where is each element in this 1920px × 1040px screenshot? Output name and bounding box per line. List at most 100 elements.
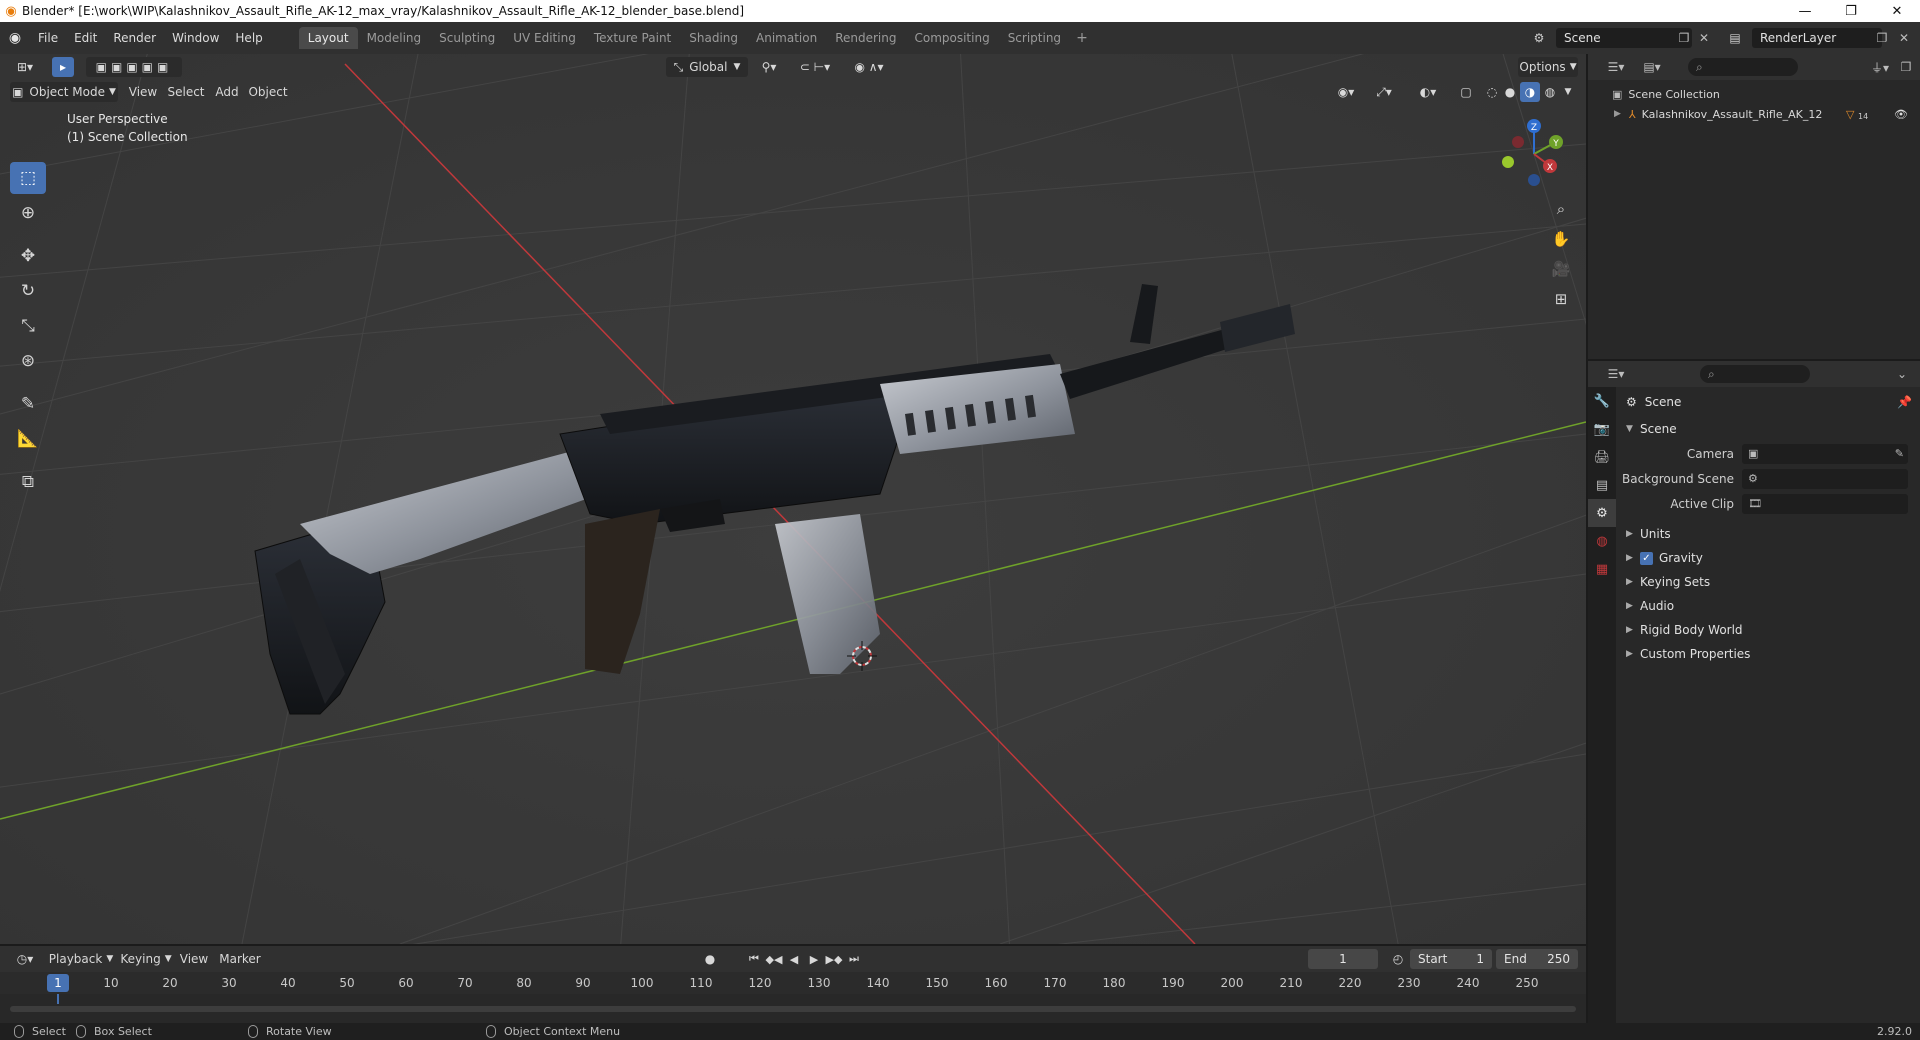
scene-icon[interactable]: ⚙ [1524,28,1554,48]
material-shading-icon[interactable]: ◑ [1520,82,1540,102]
play-reverse-icon[interactable]: ◀ [784,949,804,969]
solid-shading-icon[interactable]: ● [1500,82,1520,102]
eye-visibility-icon[interactable]: 👁 [1894,108,1908,121]
camera-field[interactable]: ▣ ✎ [1742,443,1908,464]
world-properties-icon[interactable]: ◍ [1588,527,1616,555]
jump-next-keyframe-icon[interactable]: ▶◆ [824,949,844,969]
timeline-view-menu[interactable]: View [178,949,210,969]
new-scene-icon[interactable]: ❐ [1674,28,1694,48]
view-layer-icon[interactable]: ▤ [1720,28,1750,48]
overlay-toggle-icon[interactable]: ◐▾ [1410,82,1446,102]
menu-file[interactable]: File [30,27,66,49]
maximize-button[interactable]: ❐ [1828,0,1874,22]
gizmo-toggle-icon[interactable]: ⤢▾ [1366,82,1402,102]
tab-compositing[interactable]: Compositing [905,27,998,49]
perspective-toggle-icon[interactable]: ⊞ [1548,286,1574,312]
menu-render[interactable]: Render [105,27,164,49]
jump-prev-keyframe-icon[interactable]: ◆◀ [764,949,784,969]
properties-editor-type-icon[interactable]: ☰▾ [1600,364,1632,384]
gravity-checkbox[interactable]: ✓ [1640,551,1653,565]
tab-sculpting[interactable]: Sculpting [430,27,504,49]
add-cube-tool-icon[interactable]: ⧉ [10,466,46,498]
render-properties-icon[interactable]: 📷 [1588,415,1616,443]
filter-icon[interactable]: ⏚▾ [1864,57,1896,77]
view-layer-selector[interactable]: RenderLayer [1752,28,1882,48]
new-view-layer-icon[interactable]: ❐ [1872,28,1892,48]
viewport-menu-object[interactable]: Object [248,82,288,102]
view-layer-properties-icon[interactable]: ▤ [1588,471,1616,499]
editor-type-button[interactable]: ⊞▾ [10,57,40,77]
menu-help[interactable]: Help [227,27,270,49]
rigid-body-world-panel-header[interactable]: ▶ Rigid Body World [1618,618,1920,642]
start-frame-field[interactable]: Start 1 [1410,949,1492,969]
auto-keying-icon[interactable]: ● [698,949,722,969]
viewport-menu-select[interactable]: Select [166,82,206,102]
display-mode-icon[interactable]: ▤▾ [1636,57,1668,77]
minimize-button[interactable]: — [1782,0,1828,22]
gravity-panel-header[interactable]: ▶ ✓ Gravity [1618,546,1920,570]
viewport-menu-add[interactable]: Add [212,82,242,102]
close-button[interactable]: ✕ [1874,0,1920,22]
camera-view-icon[interactable]: 🎥 [1548,256,1574,282]
transform-orientation-select[interactable]: ⤡ Global ▼ [666,57,748,77]
keying-menu[interactable]: Keying ▼ [118,949,174,969]
jump-end-icon[interactable]: ⏭ [844,949,864,969]
scene-properties-icon[interactable]: ⚙ [1588,499,1616,527]
timeline-editor-type-icon[interactable]: ◷▾ [10,949,40,969]
properties-options-icon[interactable]: ⌄ [1892,364,1912,384]
play-icon[interactable]: ▶ [804,949,824,969]
background-scene-field[interactable]: ⚙ [1742,468,1908,489]
pivot-point-icon[interactable]: ⚲▾ [754,57,784,77]
marker-menu[interactable]: Marker [216,949,264,969]
tab-layout[interactable]: Layout [298,27,358,49]
viewport-menu-view[interactable]: View [126,82,160,102]
new-collection-icon[interactable]: ❐ [1896,57,1916,77]
outliner-editor-type-icon[interactable]: ☰▾ [1600,57,1632,77]
active-clip-field[interactable]: 🎞 [1742,493,1908,514]
xray-toggle-icon[interactable]: ▢ [1456,82,1476,102]
rotate-tool-icon[interactable]: ↻ [10,275,46,307]
delete-view-layer-icon[interactable]: ✕ [1894,28,1914,48]
pan-hand-icon[interactable]: ✋ [1548,226,1574,252]
add-workspace-button[interactable]: + [1070,30,1094,46]
delete-scene-icon[interactable]: ✕ [1694,28,1714,48]
pin-icon[interactable]: 📌 [1897,395,1912,409]
tab-shading[interactable]: Shading [680,27,747,49]
snap-icon[interactable]: ⊂ ⊢▾ [790,57,840,77]
properties-search-input[interactable]: ⌕ [1700,365,1810,383]
current-frame-field[interactable]: 1 [1308,949,1378,969]
shading-options-icon[interactable]: ▼ [1560,82,1576,102]
visibility-icon[interactable]: ◉▾ [1330,82,1362,102]
3d-viewport[interactable]: ⊞▾ ▸ ▣▣▣▣▣ ⤡ Global ▼ ⚲▾ ⊂ ⊢▾ ◉ ∧▾ Optio… [0,54,1586,944]
end-frame-field[interactable]: End 250 [1496,949,1578,969]
playback-menu[interactable]: Playback ▼ [48,949,114,969]
tab-scripting[interactable]: Scripting [999,27,1070,49]
timeline-track[interactable] [0,994,1586,1025]
mode-select[interactable]: ▣ Object Mode ▼ [10,82,118,102]
units-panel-header[interactable]: ▶ Units [1618,522,1920,546]
outliner-search-input[interactable]: ⌕ [1688,58,1798,76]
scale-tool-icon[interactable]: ⤡ [10,310,46,342]
scene-selector[interactable]: Scene [1556,28,1692,48]
output-properties-icon[interactable]: 🖨 [1588,443,1616,471]
select-tool-icon[interactable]: ▸ [52,57,74,77]
wireframe-shading-icon[interactable]: ◌ [1482,82,1502,102]
tab-uv-editing[interactable]: UV Editing [504,27,585,49]
tab-texture-paint[interactable]: Texture Paint [585,27,680,49]
proportional-edit-icon[interactable]: ◉ ∧▾ [846,57,892,77]
options-button[interactable]: Options ▼ [1518,57,1578,77]
move-tool-icon[interactable]: ✥ [10,240,46,272]
rendered-shading-icon[interactable]: ◍ [1540,82,1560,102]
menu-window[interactable]: Window [164,27,227,49]
tab-modeling[interactable]: Modeling [358,27,431,49]
custom-properties-panel-header[interactable]: ▶ Custom Properties [1618,642,1920,666]
menu-edit[interactable]: Edit [66,27,105,49]
measure-tool-icon[interactable]: 📐 [10,423,46,455]
select-box-tool-icon[interactable]: ⬚ [10,162,46,194]
outliner-row-scene-collection[interactable]: ▣ Scene Collection [1588,84,1920,104]
tab-rendering[interactable]: Rendering [826,27,905,49]
preview-range-icon[interactable]: ◴ [1388,949,1408,969]
timeline-ruler[interactable]: 1 10 20 30 40 50 60 70 80 90 100 110 120 130 140 150 160… [0,972,1586,994]
selection-mode-buttons[interactable]: ▣▣▣▣▣ [86,57,182,77]
tool-properties-icon[interactable]: 🔧 [1588,387,1616,415]
